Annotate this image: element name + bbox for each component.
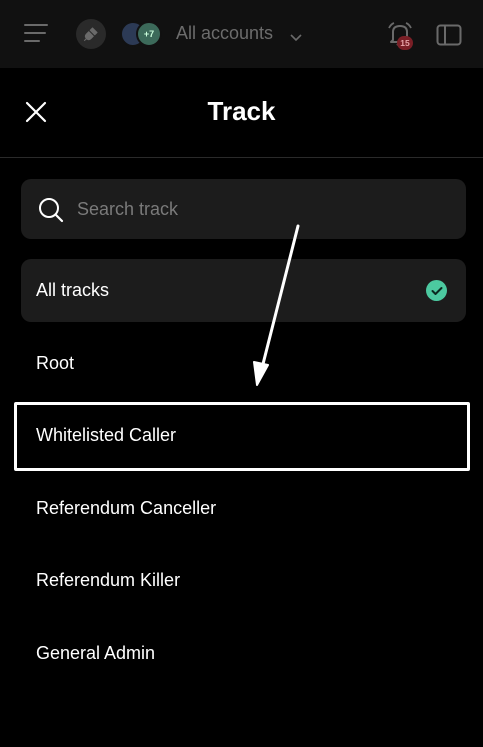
track-item-general-admin[interactable]: General Admin (21, 622, 466, 685)
sheet-title: Track (207, 96, 276, 126)
plug-icon[interactable] (76, 19, 106, 49)
sidebar-panel-icon[interactable] (436, 24, 462, 51)
track-item-root[interactable]: Root (21, 332, 466, 395)
track-label: General Admin (36, 642, 156, 663)
track-label: Referendum Killer (36, 570, 181, 590)
track-item-referendum-killer[interactable]: Referendum Killer (21, 549, 466, 612)
track-item-all-tracks[interactable]: All tracks (21, 259, 466, 322)
account-avatars[interactable]: +7 (120, 21, 168, 47)
search-field[interactable] (21, 179, 466, 239)
notification-count-badge: 15 (397, 36, 413, 50)
track-label: All tracks (36, 280, 110, 300)
app-header: +7 All accounts 15 (0, 0, 483, 68)
notifications-button[interactable]: 15 (386, 20, 414, 50)
divider (0, 157, 483, 158)
check-circle-icon (426, 280, 447, 301)
avatar-count-badge: +7 (136, 21, 162, 47)
track-list: All tracks Root Whitelisted Caller Refer… (21, 259, 466, 694)
search-input[interactable] (77, 179, 457, 239)
accounts-selector[interactable]: All accounts (176, 23, 273, 44)
hamburger-icon[interactable] (24, 24, 48, 44)
search-icon (37, 196, 65, 229)
chevron-down-icon[interactable] (290, 29, 302, 47)
track-sheet: Track All tracks Root Whitelisted Caller… (0, 68, 483, 747)
track-label: Referendum Canceller (36, 497, 217, 518)
track-item-whitelisted-caller[interactable]: Whitelisted Caller (21, 404, 466, 467)
track-label: Root (36, 352, 75, 373)
track-label: Whitelisted Caller (36, 425, 177, 445)
track-item-referendum-canceller[interactable]: Referendum Canceller (21, 477, 466, 540)
